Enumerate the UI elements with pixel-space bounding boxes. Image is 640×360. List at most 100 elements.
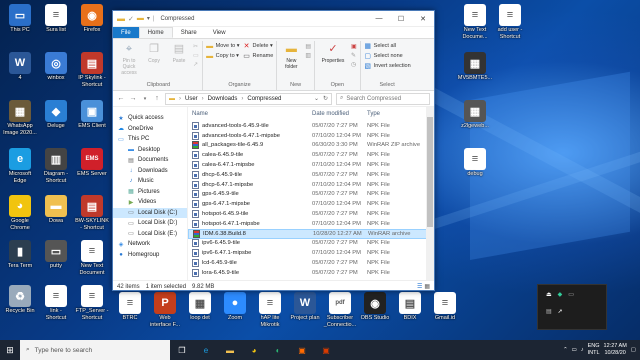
search-input[interactable]: ⌕ Search Compressed (336, 92, 430, 105)
desktop-icon-obs-studio[interactable]: ◉ OBS Studio (355, 290, 395, 333)
desktop-icon-ems-server[interactable]: EMS EMS Server (72, 146, 112, 189)
paste-shortcut-icon[interactable]: ↗ (193, 61, 199, 68)
file-row[interactable]: hotspot-6.47.1-mipsbe 07/10/20 12:04 PM NP… (188, 219, 434, 229)
open-icon[interactable]: ▣ (351, 43, 357, 50)
desktop-icon-gmail[interactable]: ≡ Gmail.id (425, 290, 465, 333)
tab-home[interactable]: Home (138, 27, 173, 38)
desktop-icon-loop-det[interactable]: ▦ loop det (180, 290, 220, 333)
nav-item[interactable]: ☁ OneDrive (113, 124, 187, 135)
nav-item[interactable]: ▭ This PC (113, 134, 187, 145)
nav-item[interactable]: ▶ Videos (113, 197, 187, 208)
notifications-icon[interactable]: ▢ (631, 347, 636, 353)
properties-quick-icon[interactable]: ✓ (128, 15, 134, 23)
file-row[interactable]: all_packages-tile-6.45.9 06/30/20 3:30 PM… (188, 141, 434, 151)
properties-button[interactable]: ✓ Properties (318, 41, 348, 65)
nav-item[interactable]: ▦ Pictures (113, 187, 187, 198)
vertical-scrollbar[interactable] (426, 107, 434, 280)
nav-item[interactable]: ▬ Desktop (113, 145, 187, 156)
select-none-button[interactable]: ▢ Select none (364, 52, 411, 60)
copy-path-icon[interactable]: ▭ (193, 52, 199, 59)
desktop-icon-microsoft-edge[interactable]: e Microsoft Edge (0, 146, 40, 189)
column-date-modified[interactable]: Date modified (308, 111, 363, 117)
taskbar-app[interactable]: ▣ (290, 340, 314, 360)
desktop-icon-project-plan[interactable]: W Project plan (285, 290, 325, 333)
desktop-icon-zoom[interactable]: ● Zoom (215, 290, 255, 333)
taskbar-app[interactable]: ❐ (170, 340, 194, 360)
desktop-icon-diagram[interactable]: ▥ Diagram - Shortcut (36, 146, 76, 189)
scrollbar-thumb[interactable] (427, 117, 433, 227)
move-to-button[interactable]: ▬ Move to ▾ (206, 42, 239, 50)
taskbar-app[interactable]: ◕ (242, 340, 266, 360)
large-icons-view-icon[interactable]: ▦ (424, 283, 430, 290)
desktop-icon-this-pc[interactable]: ▭ This PC (0, 2, 40, 45)
new-folder-quick-icon[interactable]: ▬ (137, 15, 144, 22)
minimize-icon[interactable]: — (368, 11, 390, 27)
security-icon[interactable]: ◆ (558, 291, 563, 298)
file-row[interactable]: gps-6.45.9-tile 05/07/20 7:27 PM NPK File (188, 190, 434, 200)
desktop-icon-ip-skylink[interactable]: ▤ IP Skylink - Shortcut (72, 50, 112, 93)
edit-icon[interactable]: ✎ (351, 52, 357, 59)
nav-item[interactable]: ♪ Music (113, 176, 187, 187)
customize-quick-icon[interactable]: ▾ (147, 15, 150, 22)
select-all-button[interactable]: ▦ Select all (364, 42, 411, 50)
file-row[interactable]: advanced-tools-6.45.9-tile 05/07/20 7:27 … (188, 121, 434, 131)
nav-item[interactable]: ▤ Documents (113, 155, 187, 166)
up-icon[interactable]: ↑ (153, 95, 161, 102)
desktop-icon-sura-list[interactable]: ≡ Sura list (36, 2, 76, 45)
desktop-icon-folder-4[interactable]: W4 (0, 50, 40, 93)
taskbar-app[interactable]: e (194, 340, 218, 360)
taskbar-app[interactable]: ◐ (266, 340, 290, 360)
display-icon[interactable]: ▭ (568, 291, 574, 298)
desktop-icon-new-text-right[interactable]: ≡ New Text Docume... (455, 2, 495, 45)
address-bar[interactable]: ▬ › User › Downloads › Compressed ⌄ ↻ (165, 92, 332, 105)
desktop-icon-ftp-server[interactable]: ≡ FTP_Server - Shortcut (72, 283, 112, 326)
desktop-icon-bw-skylink[interactable]: ▤ BW-SKYLINK - Shortcut (72, 193, 112, 236)
recent-chevron-down-icon[interactable]: ▾ (141, 96, 149, 102)
history-icon[interactable]: ◷ (351, 61, 357, 68)
taskbar-search-box[interactable]: ⌕ Type here to search (20, 340, 170, 360)
desktop-icon-debug[interactable]: ≡ debug (455, 146, 495, 189)
pin-quick-access-button[interactable]: ⌖ Pin to Quick access (118, 41, 140, 77)
refresh-icon[interactable]: ↻ (323, 95, 328, 102)
file-row[interactable]: hotspot-6.45.9-tile 05/07/20 7:27 PM NPK F… (188, 209, 434, 219)
copy-button[interactable]: ❐ Copy (143, 41, 165, 65)
tab-view[interactable]: View (205, 27, 234, 38)
address-dropdown-icon[interactable]: ⌄ (314, 95, 319, 102)
desktop-icon-bdix[interactable]: ▤ BDIX (390, 290, 430, 333)
file-row[interactable]: lora-6.45.9-tile 05/07/20 7:27 PM NPK File (188, 268, 434, 278)
paste-button[interactable]: ▤ Paste (168, 41, 190, 65)
close-icon[interactable]: ✕ (412, 11, 434, 27)
breadcrumb-compressed[interactable]: Compressed (247, 96, 281, 102)
tab-share[interactable]: Share (173, 27, 205, 38)
desktop-icon-add-user[interactable]: ≡ add user - Shortcut (490, 2, 530, 45)
desktop-icon-recycle-bin[interactable]: ♻ Recycle Bin (0, 283, 40, 326)
file-row[interactable]: ipv6-6.45.9-tile 05/07/20 7:27 PM NPK File (188, 239, 434, 249)
language-indicator[interactable]: ENG INTL (588, 343, 600, 357)
usb-icon[interactable]: ⏏ (546, 291, 552, 298)
back-icon[interactable]: ← (117, 95, 125, 102)
network-app-icon[interactable]: ▤ (546, 308, 552, 315)
desktop-icon-firefox[interactable]: ◉ Firefox (72, 2, 112, 45)
desktop-icon-whatsapp[interactable]: ▦ WhatsApp Image 2020... (0, 98, 40, 141)
desktop-icon-z2lg[interactable]: ▦ z2lgeweb... (455, 98, 495, 141)
invert-selection-button[interactable]: ▧ Invert selection (364, 62, 410, 70)
file-row[interactable]: calea-6.45.9-tile 05/07/20 7:27 PM NPK Fil… (188, 150, 434, 160)
desktop-icon-winbox[interactable]: ◎ winbox (36, 50, 76, 93)
file-row[interactable]: calea-6.47.1-mipsbe 07/10/20 12:04 PM NPK … (188, 160, 434, 170)
file-row[interactable]: lcd-6.45.9-tile 05/07/20 7:27 PM NPK File (188, 258, 434, 268)
file-row[interactable]: IDM.6.38.Build.8 10/28/20 12:27 AM WinRAR … (188, 228, 434, 239)
volume-icon[interactable]: ♪ (581, 347, 584, 353)
desktop-icon-dowa[interactable]: ▬ Dowa (36, 193, 76, 236)
nav-item[interactable]: ▭ Local Disk (C:) (113, 207, 187, 218)
file-row[interactable]: ipv6-6.47.1-mipsbe 07/10/20 12:04 PM NPK F… (188, 248, 434, 258)
desktop-icon-tera-term[interactable]: ▮ Tera Term (0, 238, 40, 281)
file-row[interactable]: advanced-tools-6.47.1-mipsbe 07/10/20 12:… (188, 131, 434, 141)
desktop-icon-link-shortcut[interactable]: ≡ link - Shortcut (36, 283, 76, 326)
file-row[interactable]: dhcp-6.47.1-mipsbe 07/10/20 12:04 PM NPK F… (188, 180, 434, 190)
cut-icon[interactable]: ✂ (193, 43, 199, 50)
desktop-icon-deluge[interactable]: ◆ Deluge (36, 98, 76, 141)
nav-item[interactable]: ▭ Local Disk (D:) (113, 218, 187, 229)
breadcrumb-user[interactable]: User (185, 96, 198, 102)
nav-item[interactable]: ● Homegroup (113, 250, 187, 261)
start-button[interactable]: ⊞ (0, 340, 20, 360)
